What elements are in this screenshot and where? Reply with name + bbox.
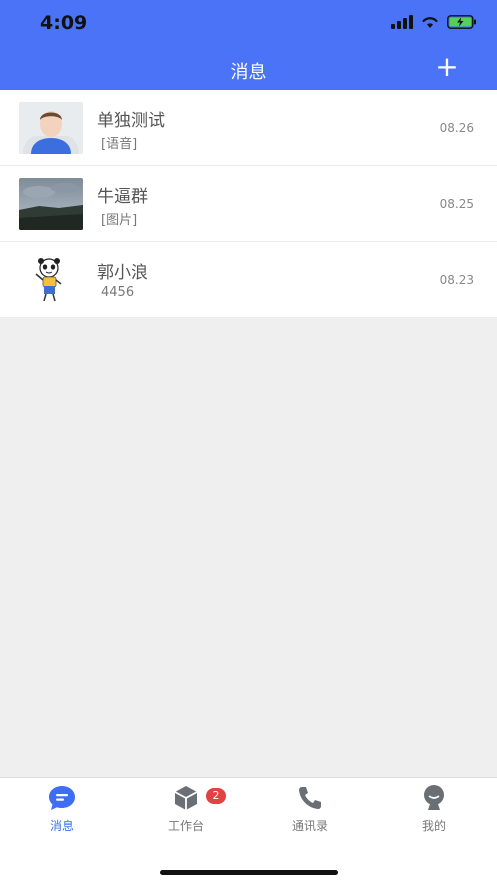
conversation-preview: [图片]	[101, 213, 138, 228]
wifi-icon	[421, 15, 439, 29]
nav-header: 消息 +	[0, 48, 497, 90]
home-indicator[interactable]	[160, 870, 338, 875]
conversation-name: 牛逼群	[97, 187, 148, 207]
phone-icon	[248, 784, 372, 812]
tab-label: 通讯录	[291, 819, 328, 833]
tab-profile[interactable]: 我的	[372, 784, 496, 834]
tab-label: 工作台	[167, 819, 204, 833]
panda-sticker	[19, 254, 83, 306]
person-avatar	[19, 102, 83, 154]
conversation-preview: 4456	[101, 285, 135, 300]
tab-label: 消息	[49, 819, 74, 833]
conversation-preview: [语音]	[101, 137, 138, 152]
conversation-list: 单独测试 [语音] 08.26 牛逼群 [图片] 08.25 郭小浪 4456 …	[0, 90, 497, 318]
battery-icon	[447, 15, 477, 29]
box-icon	[124, 784, 248, 812]
landscape-photo	[19, 178, 83, 230]
conversation-date: 08.25	[439, 197, 474, 211]
add-button[interactable]: +	[433, 50, 461, 83]
conversation-row[interactable]: 郭小浪 4456 08.23	[0, 242, 497, 318]
tab-bar: 消息 2 工作台 通讯录 我的	[0, 777, 497, 883]
conversation-row[interactable]: 牛逼群 [图片] 08.25	[0, 166, 497, 242]
status-bar: 4:09	[0, 0, 497, 48]
conversation-name: 郭小浪	[97, 263, 148, 283]
status-time: 4:09	[40, 12, 88, 34]
page-title: 消息	[230, 62, 267, 83]
notification-badge: 2	[206, 788, 226, 804]
conversation-date: 08.23	[439, 273, 474, 287]
top-bar: 4:09 消息 +	[0, 0, 497, 90]
user-icon	[372, 784, 496, 812]
conversation-name: 单独测试	[97, 111, 165, 131]
conversation-date: 08.26	[439, 121, 474, 135]
tab-workbench[interactable]: 2 工作台	[124, 784, 248, 834]
tab-contacts[interactable]: 通讯录	[248, 784, 372, 834]
status-icons	[391, 15, 477, 29]
tab-label: 我的	[421, 819, 446, 833]
chat-bubble-icon	[0, 784, 124, 812]
tab-messages[interactable]: 消息	[0, 784, 124, 834]
conversation-row[interactable]: 单独测试 [语音] 08.26	[0, 90, 497, 166]
signal-icon	[391, 15, 413, 29]
